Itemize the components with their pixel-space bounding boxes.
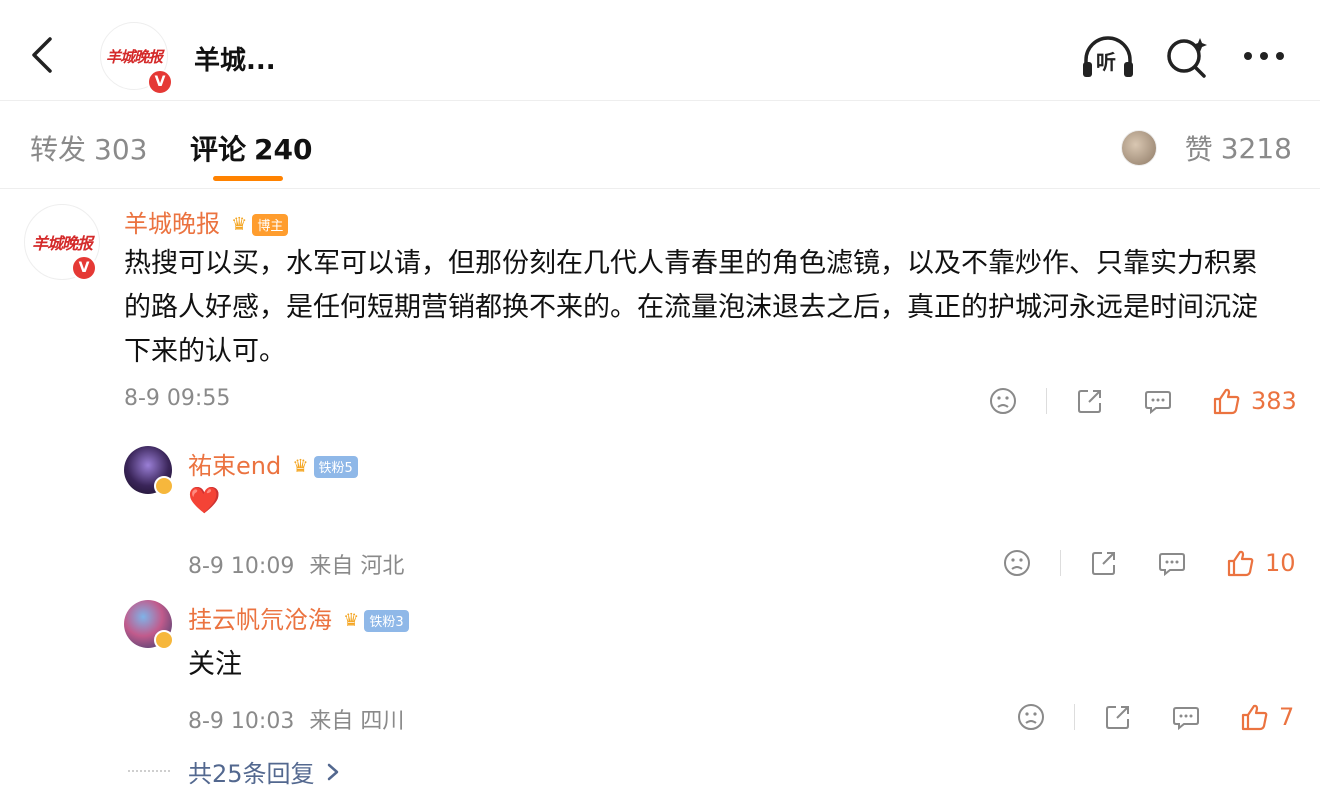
reply-button[interactable] — [1169, 700, 1203, 734]
share-icon — [1078, 390, 1101, 413]
comment-header: 羊城晚报 ♛ 博主 — [124, 204, 289, 239]
tab-comments-count: 240 — [254, 133, 313, 166]
tab-repost-label: 转发 — [30, 133, 87, 166]
share-button[interactable] — [1073, 384, 1107, 418]
dislike-button[interactable] — [986, 384, 1020, 418]
more-dots-icon — [1244, 52, 1284, 60]
author-logo: 羊城晚报 — [105, 47, 163, 66]
tab-comments[interactable]: 评论 240 — [190, 128, 312, 168]
reply-location: 来自 河北 — [309, 554, 405, 579]
listen-label: 听 — [1096, 50, 1116, 74]
more-replies-label: 共25条回复 — [188, 760, 315, 788]
comment-avatar-logo: 羊城晚报 — [31, 234, 93, 253]
crown-icon: ♛ — [343, 610, 360, 631]
reply-actions: 7 — [1014, 700, 1294, 734]
thumbs-up-icon — [1241, 704, 1268, 731]
tab-repost-count: 303 — [94, 133, 148, 166]
thumbs-up-icon — [1227, 550, 1254, 577]
listen-button[interactable]: 听 — [1080, 36, 1136, 80]
active-tab-indicator — [213, 176, 283, 181]
share-button[interactable] — [1101, 700, 1135, 734]
reply-meta: 8-9 10:09 来自 河北 — [188, 548, 404, 580]
reply-text: 关注 — [188, 649, 242, 680]
page-title: 羊城... — [194, 46, 276, 76]
sad-face-icon — [1004, 550, 1030, 576]
fan-badge: 铁粉3 — [364, 609, 409, 632]
chevron-right-icon — [327, 763, 338, 780]
share-icon — [1092, 552, 1115, 575]
reply-button[interactable] — [1155, 546, 1189, 580]
sad-face-icon — [1018, 704, 1044, 730]
reply-username[interactable]: 祐束end — [188, 452, 281, 480]
share-icon — [1106, 706, 1129, 729]
crown-icon: ♛ — [231, 214, 248, 235]
verified-icon — [154, 476, 174, 496]
author-avatar[interactable]: 羊城晚报 V — [100, 22, 173, 95]
tab-likes-label: 赞 — [1184, 133, 1213, 166]
comment-bubble-icon — [1173, 707, 1199, 731]
author-badge: 博主 — [252, 213, 289, 236]
more-replies-divider — [128, 770, 170, 772]
comment-bubble-icon — [1145, 391, 1171, 415]
like-count: 383 — [1251, 387, 1297, 415]
search-icon — [1167, 38, 1207, 78]
like-button[interactable]: 10 — [1225, 548, 1296, 578]
reply-header: 挂云帆氘沧海 ♛ 铁粉3 — [188, 600, 409, 635]
share-button[interactable] — [1087, 546, 1121, 580]
tab-likes-count: 3218 — [1220, 131, 1292, 165]
liker-avatar — [1120, 130, 1157, 166]
like-count: 10 — [1265, 549, 1296, 577]
crown-icon: ♛ — [292, 456, 309, 477]
reply-time: 8-9 10:03 — [188, 709, 295, 734]
verified-icon — [154, 630, 174, 650]
reply-avatar[interactable] — [124, 600, 174, 650]
reply-text: ❤️ — [188, 486, 221, 516]
comment-text: 热搜可以买，水军可以请，但那份刻在几代人青春里的角色滤镜，以及不靠炒作、只靠实力… — [124, 248, 1258, 367]
verified-icon: V — [71, 255, 97, 281]
chevron-left-icon — [32, 37, 52, 73]
reply-location: 来自 四川 — [309, 709, 405, 734]
comment-time: 8-9 09:55 — [124, 386, 231, 411]
more-button[interactable] — [1240, 44, 1288, 68]
action-divider — [1046, 388, 1047, 414]
reply-meta: 8-9 10:03 来自 四川 — [188, 703, 404, 735]
tab-repost[interactable]: 转发 303 — [30, 128, 147, 168]
comment-username[interactable]: 羊城晚报 — [124, 210, 220, 238]
reply-username[interactable]: 挂云帆氘沧海 — [188, 606, 332, 634]
reply-header: 祐束end ♛ 铁粉5 — [188, 446, 358, 481]
sad-face-icon — [990, 388, 1016, 414]
action-divider — [1074, 704, 1075, 730]
verified-icon: V — [147, 69, 173, 95]
fan-badge: 铁粉5 — [313, 455, 358, 478]
comment-actions: 383 — [986, 384, 1297, 418]
tab-likes[interactable]: 赞 3218 — [1120, 128, 1292, 168]
more-replies-link[interactable]: 共25条回复 — [188, 754, 341, 789]
reply-actions: 10 — [1000, 546, 1296, 580]
top-bar: 羊城晚报 V 羊城... 听 — [0, 0, 1320, 101]
like-button[interactable]: 7 — [1239, 702, 1294, 732]
dislike-button[interactable] — [1000, 546, 1034, 580]
thumbs-up-icon — [1213, 388, 1240, 415]
reply-avatar[interactable] — [124, 446, 174, 496]
action-divider — [1060, 550, 1061, 576]
comment-bubble-icon — [1159, 553, 1185, 577]
search-button[interactable] — [1164, 34, 1212, 80]
reply-button[interactable] — [1141, 384, 1175, 418]
tab-comments-label: 评论 — [190, 133, 247, 166]
comment-avatar[interactable]: 羊城晚报 V — [24, 204, 100, 281]
reply-time: 8-9 10:09 — [188, 554, 295, 579]
back-button[interactable] — [22, 30, 62, 80]
like-button[interactable]: 383 — [1211, 386, 1297, 416]
like-count: 7 — [1279, 703, 1295, 731]
dislike-button[interactable] — [1014, 700, 1048, 734]
